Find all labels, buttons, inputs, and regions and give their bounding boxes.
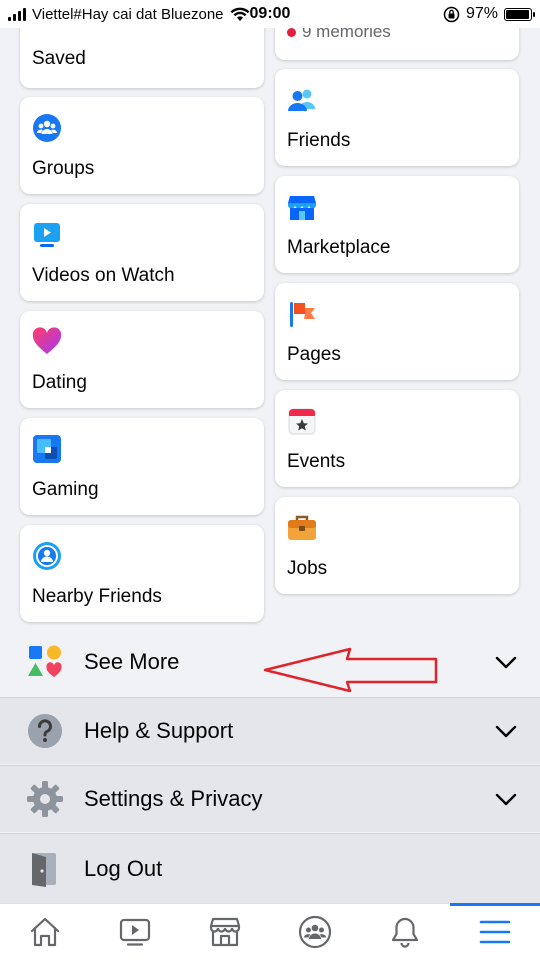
settings-privacy-row[interactable]: Settings & Privacy — [0, 765, 540, 832]
nav-menu[interactable] — [450, 903, 540, 960]
wifi-icon — [230, 7, 250, 21]
gear-icon — [27, 781, 63, 817]
battery-percentage: 97% — [465, 5, 498, 22]
orientation-lock-icon — [443, 6, 460, 22]
nearby-friends-icon — [33, 542, 61, 570]
shortcut-events[interactable]: Events — [275, 390, 519, 487]
shortcut-label: Videos on Watch — [32, 265, 175, 286]
nav-groups[interactable] — [270, 904, 360, 960]
chevron-down-icon — [495, 656, 517, 669]
pages-flag-icon — [290, 302, 315, 327]
shortcut-label: Dating — [32, 372, 87, 393]
chevron-down-icon — [495, 793, 517, 806]
watch-icon — [119, 918, 151, 946]
groups-icon — [33, 114, 61, 142]
friends-icon — [288, 89, 315, 111]
shortcut-pages[interactable]: Pages — [275, 283, 519, 380]
shortcut-label: Pages — [287, 344, 341, 365]
marketplace-icon — [209, 917, 241, 947]
watch-video-icon — [34, 223, 60, 247]
status-bar: Viettel#Hay cai dat Bluezone 09:00 97% — [0, 0, 540, 28]
red-dot — [287, 27, 296, 37]
signal-strength-icon — [8, 7, 26, 21]
events-calendar-icon — [288, 408, 316, 435]
shortcut-label: Events — [287, 451, 346, 472]
menu-hamburger-icon — [479, 920, 511, 944]
gaming-icon — [33, 435, 61, 463]
dating-heart-icon — [32, 327, 62, 354]
see-more-label: See More — [84, 649, 180, 674]
shortcut-label: Groups — [32, 158, 95, 179]
shortcut-label: Nearby Friends — [32, 586, 162, 607]
chevron-down-icon — [495, 725, 517, 738]
nav-notifications[interactable] — [360, 904, 450, 960]
shortcut-label: Friends — [287, 130, 351, 151]
annotation-arrow-icon — [263, 647, 438, 693]
shortcut-label: Jobs — [287, 558, 328, 579]
see-more-shapes-icon — [28, 645, 62, 677]
notifications-bell-icon — [391, 917, 419, 948]
nav-home[interactable] — [0, 904, 90, 960]
shortcut-jobs[interactable]: Jobs — [275, 497, 519, 594]
jobs-briefcase-icon — [288, 515, 316, 540]
shortcut-groups[interactable]: Groups — [20, 97, 264, 194]
bottom-navigation — [0, 903, 540, 960]
help-support-label: Help & Support — [84, 718, 234, 743]
log-out-row[interactable]: Log Out — [0, 833, 540, 903]
door-exit-icon — [32, 852, 56, 887]
log-out-label: Log Out — [84, 855, 163, 881]
shortcut-gaming[interactable]: Gaming — [20, 418, 264, 515]
shortcut-marketplace[interactable]: Marketplace — [275, 176, 519, 273]
shortcut-label: Saved — [32, 48, 86, 69]
groups-icon — [298, 915, 332, 949]
settings-privacy-label: Settings & Privacy — [84, 786, 263, 811]
marketplace-store-icon — [288, 196, 316, 220]
shortcut-label: Marketplace — [287, 237, 391, 258]
carrier-name: Viettel#Hay cai dat Bluezone — [32, 5, 224, 23]
nav-watch[interactable] — [90, 904, 180, 960]
shortcut-label: Gaming — [32, 479, 99, 500]
shortcut-nearby-friends[interactable]: Nearby Friends — [20, 525, 264, 622]
shortcut-dating[interactable]: Dating — [20, 311, 264, 408]
nav-marketplace[interactable] — [180, 904, 270, 960]
question-mark-icon — [28, 714, 62, 748]
home-icon — [30, 917, 60, 947]
battery-icon — [504, 7, 535, 21]
help-support-row[interactable]: Help & Support — [0, 697, 540, 764]
shortcut-videos-on-watch[interactable]: Videos on Watch — [20, 204, 264, 301]
shortcut-friends[interactable]: Friends — [275, 69, 519, 166]
